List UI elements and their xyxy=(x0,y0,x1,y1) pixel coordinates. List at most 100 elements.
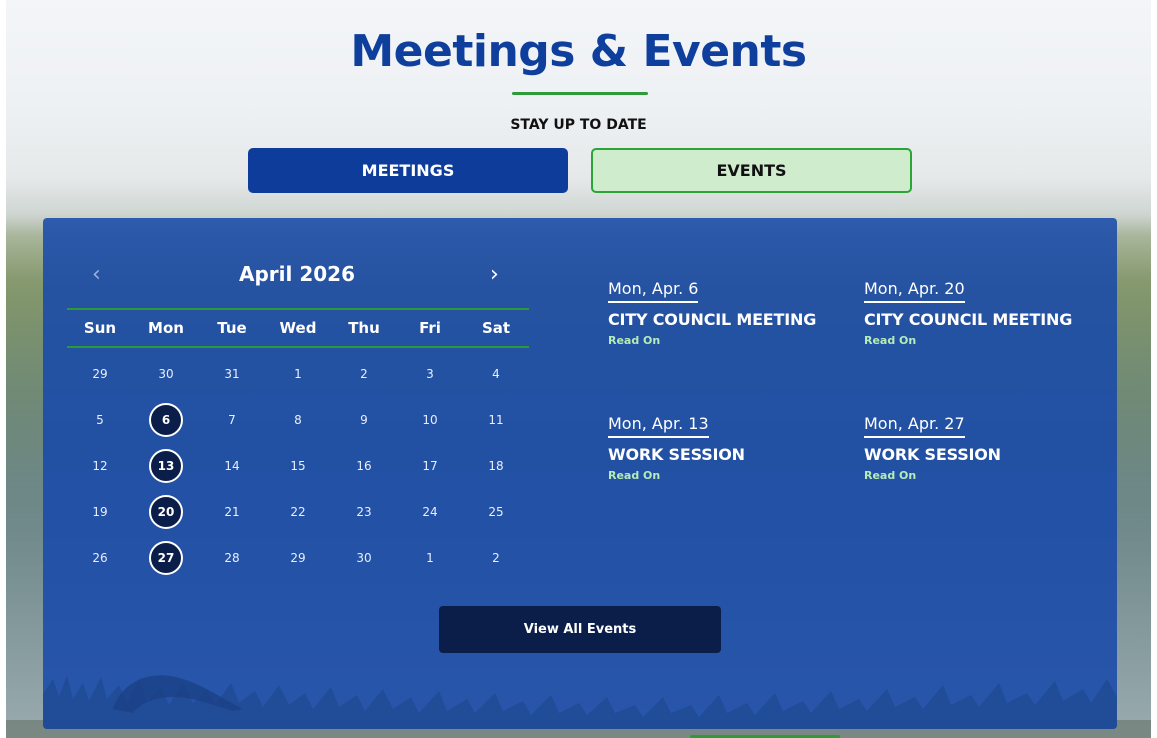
calendar-day-number: 1 xyxy=(294,367,302,381)
calendar-divider-top xyxy=(67,308,529,310)
calendar-day[interactable]: 29 xyxy=(265,541,331,575)
page-title: Meetings & Events xyxy=(350,26,807,77)
frame-edge-left xyxy=(0,0,6,738)
event-date: Mon, Apr. 27 xyxy=(864,414,965,438)
calendar-day[interactable]: 26 xyxy=(67,541,133,575)
calendar-day[interactable]: 8 xyxy=(265,403,331,437)
next-month-button[interactable]: › xyxy=(490,262,499,287)
calendar-day[interactable]: 9 xyxy=(331,403,397,437)
calendar-day-number: 3 xyxy=(426,367,434,381)
calendar-day-number: 6 xyxy=(149,403,183,437)
calendar-day-number: 30 xyxy=(356,551,372,565)
weekday-label: Fri xyxy=(419,319,441,337)
calendar-day-event[interactable]: 20 xyxy=(133,495,199,529)
calendar-day[interactable]: 21 xyxy=(199,495,265,529)
calendar-day[interactable]: 14 xyxy=(199,449,265,483)
calendar-day-number: 2 xyxy=(492,551,500,565)
calendar-day[interactable]: 18 xyxy=(463,449,529,483)
calendar-week-row: 26 27 28 29 30 1 2 xyxy=(67,535,529,581)
calendar-grid: 29 30 31 1 2 3 4 5 6 7 8 9 10 11 12 13 14 15 16 17 18 19 20 21 2… xyxy=(67,351,529,581)
calendar-day[interactable]: 2 xyxy=(331,357,397,391)
calendar-day-number: 7 xyxy=(228,413,236,427)
calendar-day[interactable]: 15 xyxy=(265,449,331,483)
calendar-day[interactable]: 28 xyxy=(199,541,265,575)
event-title: WORK SESSION xyxy=(608,445,745,464)
calendar-day[interactable]: 22 xyxy=(265,495,331,529)
calendar-day-number: 9 xyxy=(360,413,368,427)
tab-events[interactable]: EVENTS xyxy=(591,148,912,193)
calendar-day[interactable]: 2 xyxy=(463,541,529,575)
calendar-day-number: 29 xyxy=(92,367,108,381)
calendar-day[interactable]: 30 xyxy=(133,357,199,391)
calendar-day[interactable]: 23 xyxy=(331,495,397,529)
calendar-day-number: 2 xyxy=(360,367,368,381)
calendar-day-number: 22 xyxy=(290,505,306,519)
read-on-link[interactable]: Read On xyxy=(864,469,1104,482)
calendar-day-number: 17 xyxy=(422,459,438,473)
event-title: CITY COUNCIL MEETING xyxy=(608,310,817,329)
weekday-label: Tue xyxy=(217,319,247,337)
weekday-label: Mon xyxy=(148,319,184,337)
calendar-day-number: 11 xyxy=(488,413,504,427)
calendar-day[interactable]: 1 xyxy=(265,357,331,391)
calendar-day-number: 31 xyxy=(224,367,240,381)
calendar-day[interactable]: 29 xyxy=(67,357,133,391)
calendar-day[interactable]: 19 xyxy=(67,495,133,529)
calendar-day-number: 21 xyxy=(224,505,240,519)
tab-meetings[interactable]: MEETINGS xyxy=(248,148,568,193)
calendar-day-number: 30 xyxy=(158,367,174,381)
weekday-label: Sat xyxy=(481,319,511,337)
event-title: CITY COUNCIL MEETING xyxy=(864,310,1073,329)
calendar-day[interactable]: 25 xyxy=(463,495,529,529)
calendar-day[interactable]: 16 xyxy=(331,449,397,483)
calendar-day-number: 13 xyxy=(149,449,183,483)
calendar-day-event[interactable]: 27 xyxy=(133,541,199,575)
event-card: Mon, Apr. 13 WORK SESSION Read On xyxy=(608,414,848,482)
calendar-day[interactable]: 11 xyxy=(463,403,529,437)
calendar-month-label: April 2026 xyxy=(239,262,355,286)
calendar-day[interactable]: 30 xyxy=(331,541,397,575)
calendar-day[interactable]: 17 xyxy=(397,449,463,483)
calendar-day-number: 24 xyxy=(422,505,438,519)
calendar-day-event[interactable]: 13 xyxy=(133,449,199,483)
calendar-week-row: 5 6 7 8 9 10 11 xyxy=(67,397,529,443)
event-date: Mon, Apr. 20 xyxy=(864,279,965,303)
calendar-day[interactable]: 5 xyxy=(67,403,133,437)
calendar-day-number: 19 xyxy=(92,505,108,519)
calendar-day-number: 25 xyxy=(488,505,504,519)
calendar-day[interactable]: 4 xyxy=(463,357,529,391)
calendar-divider-bottom xyxy=(67,346,529,348)
read-on-link[interactable]: Read On xyxy=(864,334,1104,347)
calendar-day-number: 16 xyxy=(356,459,372,473)
calendar-day[interactable]: 31 xyxy=(199,357,265,391)
event-card: Mon, Apr. 20 CITY COUNCIL MEETING Read O… xyxy=(864,279,1104,347)
weekday-label: Thu xyxy=(348,319,380,337)
calendar-day-number: 4 xyxy=(492,367,500,381)
calendar-week-row: 29 30 31 1 2 3 4 xyxy=(67,351,529,397)
calendar-week-row: 19 20 21 22 23 24 25 xyxy=(67,489,529,535)
calendar-day-number: 27 xyxy=(149,541,183,575)
calendar-day-number: 8 xyxy=(294,413,302,427)
calendar-day-event[interactable]: 6 xyxy=(133,403,199,437)
calendar-day[interactable]: 12 xyxy=(67,449,133,483)
event-title: WORK SESSION xyxy=(864,445,1001,464)
calendar-day[interactable]: 3 xyxy=(397,357,463,391)
title-underline xyxy=(512,92,648,95)
weekday-label: Wed xyxy=(279,319,317,337)
calendar-day[interactable]: 24 xyxy=(397,495,463,529)
calendar-day-number: 20 xyxy=(149,495,183,529)
calendar-day[interactable]: 10 xyxy=(397,403,463,437)
calendar-day-number: 29 xyxy=(290,551,306,565)
calendar-day-number: 28 xyxy=(224,551,240,565)
calendar-day[interactable]: 1 xyxy=(397,541,463,575)
read-on-link[interactable]: Read On xyxy=(608,334,848,347)
calendar-day-number: 12 xyxy=(92,459,108,473)
calendar-day[interactable]: 7 xyxy=(199,403,265,437)
view-all-events-button[interactable]: View All Events xyxy=(439,606,721,653)
event-card: Mon, Apr. 27 WORK SESSION Read On xyxy=(864,414,1104,482)
calendar-day-number: 5 xyxy=(96,413,104,427)
frame-edge-right xyxy=(1151,0,1157,738)
calendar-day-number: 14 xyxy=(224,459,240,473)
calendar-day-number: 1 xyxy=(426,551,434,565)
read-on-link[interactable]: Read On xyxy=(608,469,848,482)
